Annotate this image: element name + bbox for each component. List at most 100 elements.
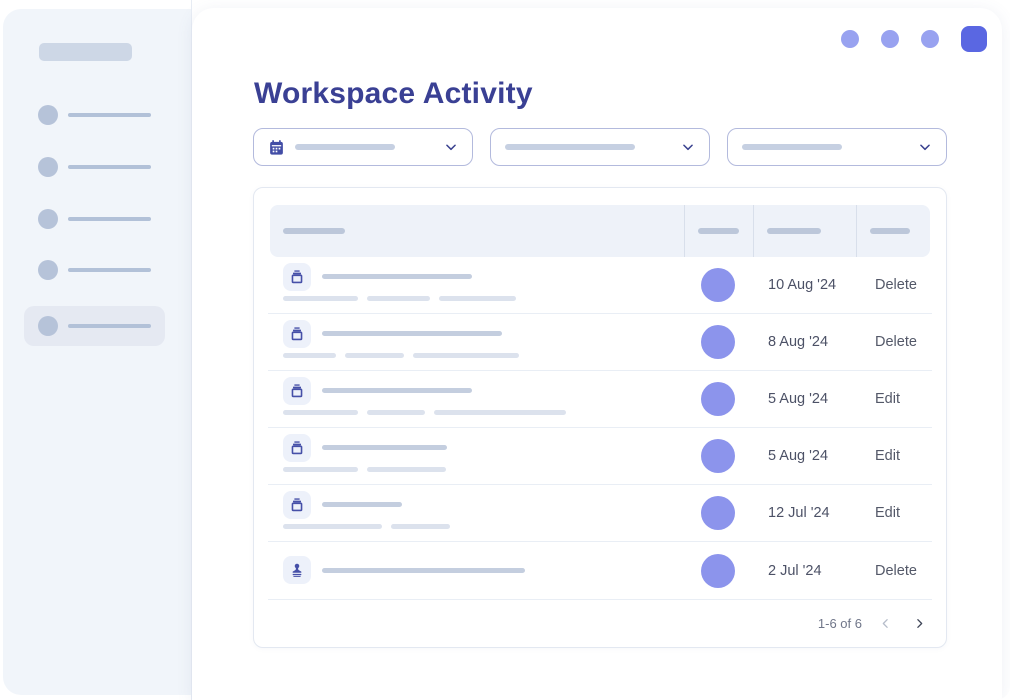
skeleton-bar — [283, 296, 358, 301]
pagination: 1-6 of 6 — [268, 600, 932, 647]
row-avatar-cell — [686, 371, 753, 427]
profile-button[interactable] — [961, 26, 987, 52]
row-title-placeholder — [322, 568, 525, 573]
table-header — [270, 205, 930, 257]
archive-icon — [283, 491, 311, 519]
row-action-link[interactable]: Edit — [857, 428, 932, 484]
avatar — [701, 382, 735, 416]
archive-icon — [283, 263, 311, 291]
archive-icon — [283, 320, 311, 348]
nav-label-placeholder — [68, 113, 151, 118]
table-row: 5 Aug '24 Edit — [268, 428, 932, 485]
row-summary — [268, 542, 686, 599]
row-action-link[interactable]: Delete — [857, 257, 932, 313]
row-action-link[interactable]: Delete — [857, 542, 932, 599]
row-title-placeholder — [322, 331, 502, 336]
row-summary — [268, 371, 686, 427]
filter-dropdown-2[interactable] — [490, 128, 710, 166]
sidebar-nav-item[interactable] — [24, 95, 165, 135]
sidebar-nav-item-active[interactable] — [24, 306, 165, 346]
filter-bar — [253, 128, 947, 166]
archive-icon — [283, 377, 311, 405]
date-filter-dropdown[interactable] — [253, 128, 473, 166]
chevron-left-icon[interactable] — [874, 613, 896, 635]
skeleton-bar — [283, 353, 336, 358]
nav-icon-placeholder — [38, 260, 58, 280]
row-summary — [268, 257, 686, 313]
page-title: Workspace Activity — [254, 76, 533, 112]
row-summary — [268, 428, 686, 484]
row-summary — [268, 314, 686, 370]
row-title-placeholder — [322, 502, 402, 507]
header-dot-icon — [881, 30, 899, 48]
row-date: 5 Aug '24 — [753, 428, 857, 484]
filter-placeholder — [742, 144, 842, 150]
sidebar-nav-item[interactable] — [24, 250, 165, 290]
nav-label-placeholder — [68, 217, 151, 222]
header-placeholder — [870, 228, 910, 234]
chevron-down-icon — [918, 140, 932, 154]
skeleton-bar — [413, 353, 519, 358]
calendar-icon — [268, 139, 285, 156]
logo-placeholder — [39, 43, 132, 61]
skeleton-bar — [367, 410, 425, 415]
skeleton-bar — [367, 467, 446, 472]
header-dot-icon — [921, 30, 939, 48]
avatar — [701, 554, 735, 588]
table-row: 12 Jul '24 Edit — [268, 485, 932, 542]
row-meta-placeholders — [283, 467, 446, 472]
row-title-placeholder — [322, 445, 447, 450]
skeleton-bar — [283, 524, 382, 529]
table-row: 5 Aug '24 Edit — [268, 371, 932, 428]
skeleton-bar — [283, 467, 358, 472]
chevron-down-icon — [444, 140, 458, 154]
sidebar-nav-item[interactable] — [24, 147, 165, 187]
nav-label-placeholder — [68, 324, 151, 329]
nav-icon-placeholder — [38, 157, 58, 177]
row-date: 2 Jul '24 — [753, 542, 857, 599]
skeleton-bar — [391, 524, 450, 529]
skeleton-bar — [439, 296, 516, 301]
table-body: 10 Aug '24 Delete 8 Aug '24 Delete 5 Aug… — [268, 257, 932, 600]
row-title-placeholder — [322, 388, 472, 393]
main-content: Workspace Activity — [192, 8, 1002, 700]
table-header-cell — [684, 205, 753, 257]
row-action-link[interactable]: Edit — [857, 485, 932, 541]
row-action-link[interactable]: Delete — [857, 314, 932, 370]
row-meta-placeholders — [283, 410, 566, 415]
sidebar-nav-item[interactable] — [24, 199, 165, 239]
avatar — [701, 268, 735, 302]
skeleton-bar — [345, 353, 404, 358]
header-placeholder — [698, 228, 739, 234]
table-header-cell — [270, 205, 684, 257]
row-date: 10 Aug '24 — [753, 257, 857, 313]
filter-dropdown-3[interactable] — [727, 128, 947, 166]
filter-placeholder — [505, 144, 635, 150]
row-action-link[interactable]: Edit — [857, 371, 932, 427]
avatar — [701, 496, 735, 530]
chevron-right-icon[interactable] — [908, 613, 930, 635]
skeleton-bar — [283, 410, 358, 415]
pagination-label: 1-6 of 6 — [818, 616, 862, 631]
avatar — [701, 325, 735, 359]
skeleton-bar — [434, 410, 566, 415]
header-dot-icon — [841, 30, 859, 48]
app-window: Workspace Activity — [0, 0, 1010, 700]
row-avatar-cell — [686, 428, 753, 484]
header-placeholder — [767, 228, 821, 234]
table-row: 8 Aug '24 Delete — [268, 314, 932, 371]
row-avatar-cell — [686, 257, 753, 313]
row-avatar-cell — [686, 314, 753, 370]
sidebar — [0, 0, 192, 700]
row-meta-placeholders — [283, 524, 450, 529]
row-date: 12 Jul '24 — [753, 485, 857, 541]
nav-icon-placeholder — [38, 105, 58, 125]
header-placeholder — [283, 228, 345, 234]
filter-placeholder — [295, 144, 395, 150]
row-summary — [268, 485, 686, 541]
chevron-down-icon — [681, 140, 695, 154]
nav-icon-placeholder — [38, 209, 58, 229]
row-avatar-cell — [686, 542, 753, 599]
nav-label-placeholder — [68, 165, 151, 170]
activity-table-card: 10 Aug '24 Delete 8 Aug '24 Delete 5 Aug… — [253, 187, 947, 648]
